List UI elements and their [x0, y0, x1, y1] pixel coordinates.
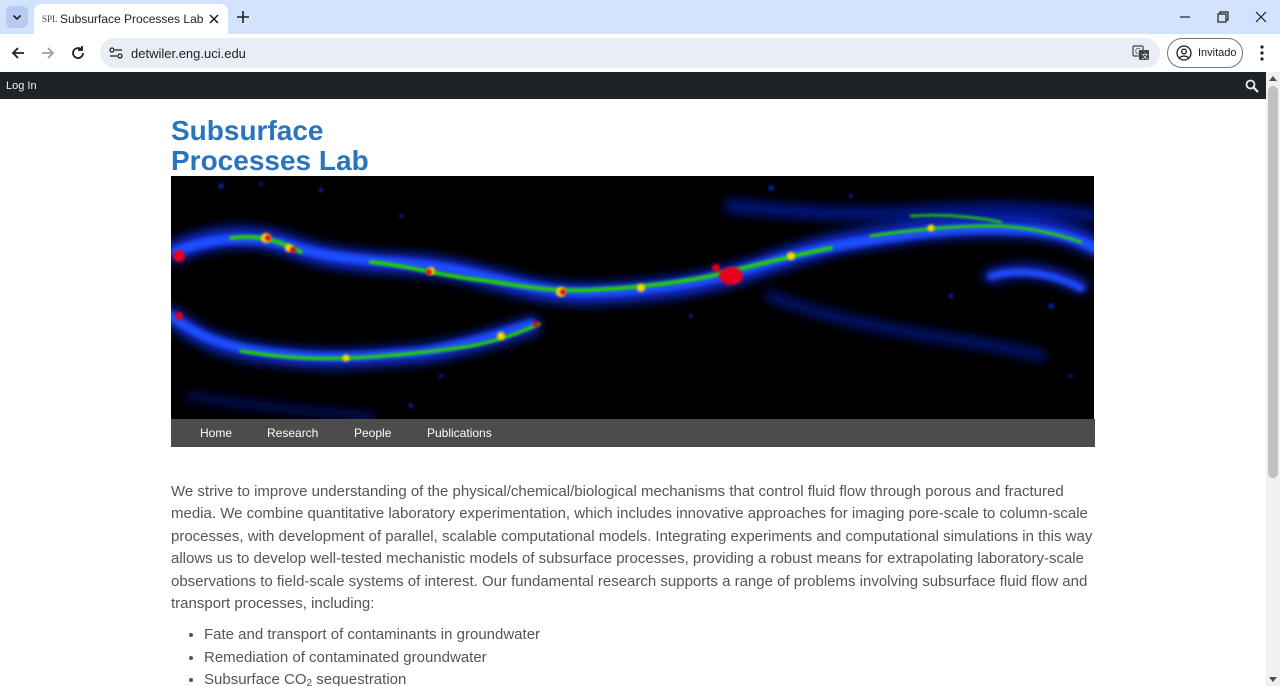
login-link[interactable]: Log In	[6, 80, 37, 92]
main-content: We strive to improve understanding of th…	[171, 481, 1096, 686]
close-window-icon[interactable]	[1252, 8, 1270, 26]
reload-icon[interactable]	[68, 43, 88, 63]
site-info-icon[interactable]	[108, 45, 124, 61]
fracture-flow-image	[171, 176, 1094, 419]
scroll-down-arrow-icon[interactable]	[1269, 677, 1277, 682]
nav-people[interactable]: People	[354, 426, 391, 440]
plus-icon[interactable]	[234, 8, 252, 26]
tab-title: Subsurface Processes Lab	[60, 12, 204, 26]
profile-label: Invitado	[1198, 47, 1237, 59]
scroll-thumb[interactable]	[1268, 86, 1278, 478]
favicon: SPL	[42, 14, 58, 24]
back-icon[interactable]	[8, 43, 28, 63]
menu-icon[interactable]	[1253, 43, 1271, 63]
vertical-scrollbar[interactable]	[1266, 72, 1280, 686]
intro-paragraph: We strive to improve understanding of th…	[171, 483, 1093, 613]
header-image	[171, 176, 1094, 419]
main-navigation: Home Research People Publications	[171, 419, 1095, 447]
topics-list: Fate and transport of contaminants in gr…	[171, 624, 1096, 686]
url-text[interactable]: detwiler.eng.uci.edu	[131, 46, 246, 61]
profile-icon	[1176, 45, 1192, 61]
site-title-line2: Processes Lab	[171, 145, 369, 176]
close-icon[interactable]	[206, 11, 222, 27]
nav-research[interactable]: Research	[267, 426, 318, 440]
address-bar[interactable]: detwiler.eng.uci.edu G文	[100, 38, 1160, 68]
translate-icon[interactable]: G文	[1132, 44, 1150, 62]
page-viewport: Log In Subsurface Processes Lab Home Res…	[0, 72, 1280, 686]
browser-toolbar: detwiler.eng.uci.edu G文 Invitado	[0, 34, 1280, 72]
chevron-down-icon	[12, 14, 22, 21]
site-title-line1: Subsurface	[171, 115, 324, 146]
list-item-text: Subsurface CO	[204, 671, 307, 686]
tab-list-button[interactable]	[6, 6, 28, 28]
scroll-up-arrow-icon[interactable]	[1269, 76, 1277, 81]
tab-strip: SPL Subsurface Processes Lab	[0, 0, 1280, 34]
list-item: Remediation of contaminated groundwater	[204, 647, 1096, 669]
nav-publications[interactable]: Publications	[427, 426, 492, 440]
profile-button[interactable]: Invitado	[1167, 38, 1243, 68]
forward-icon[interactable]	[38, 43, 58, 63]
list-item: Fate and transport of contaminants in gr…	[204, 624, 1096, 646]
svg-text:文: 文	[1142, 52, 1149, 61]
admin-bar: Log In	[0, 72, 1266, 99]
restore-icon[interactable]	[1214, 8, 1232, 26]
list-item-text: sequestration	[312, 671, 407, 686]
search-icon[interactable]	[1245, 79, 1259, 93]
active-tab[interactable]: SPL Subsurface Processes Lab	[34, 4, 228, 34]
nav-home[interactable]: Home	[200, 426, 232, 440]
list-item: Subsurface CO2 sequestration	[204, 669, 1096, 686]
minimize-icon[interactable]	[1176, 8, 1194, 26]
site-title[interactable]: Subsurface Processes Lab	[171, 116, 471, 176]
